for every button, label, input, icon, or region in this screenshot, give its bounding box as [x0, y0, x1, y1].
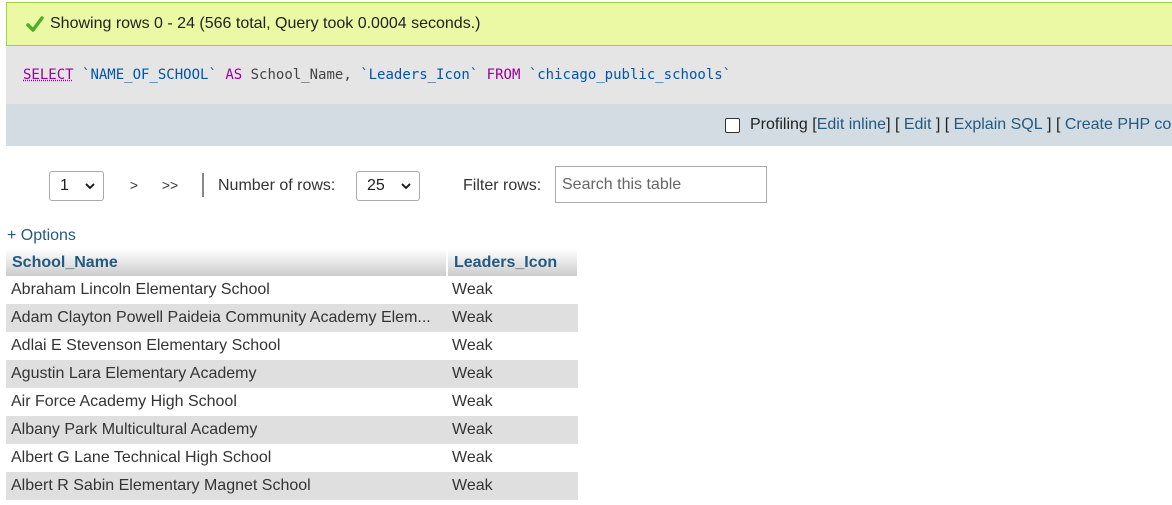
rows-select-value: 25 — [367, 177, 385, 194]
cell-school-name: Air Force Academy High School — [6, 388, 447, 416]
page-select-value: 1 — [60, 177, 69, 194]
cell-leaders-icon: Weak — [447, 276, 578, 304]
cell-school-name: Agustin Lara Elementary Academy — [6, 360, 447, 388]
table-row[interactable]: Albert R Sabin Elementary Magnet School W… — [6, 472, 578, 500]
cell-leaders-icon: Weak — [447, 304, 578, 332]
cell-school-name: Albert G Lane Technical High School — [6, 444, 447, 472]
cell-school-name: Albert R Sabin Elementary Magnet School — [6, 472, 447, 500]
page-select[interactable]: 1 — [49, 171, 104, 201]
table-row[interactable]: Albany Park Multicultural Academy Weak — [6, 416, 578, 444]
filter-input[interactable]: Search this table — [555, 166, 767, 203]
edit-inline-link[interactable]: Edit inline — [817, 116, 886, 134]
results-table: School_Name Leaders_Icon Abraham Lincoln… — [6, 249, 579, 500]
nav-divider — [202, 173, 204, 197]
chevron-down-icon — [401, 183, 411, 190]
cell-leaders-icon: Weak — [447, 444, 578, 472]
create-php-link[interactable]: Create PHP code — [1065, 116, 1172, 134]
rows-select[interactable]: 25 — [356, 171, 420, 201]
cell-leaders-icon: Weak — [447, 332, 578, 360]
rows-label: Number of rows: — [218, 177, 336, 194]
column-header-school-name[interactable]: School_Name — [6, 249, 448, 276]
table-row[interactable]: Air Force Academy High School Weak — [6, 388, 578, 416]
sql-table: `chicago_public_schools` — [528, 67, 732, 83]
success-text: Showing rows 0 - 24 (566 total, Query to… — [50, 15, 481, 32]
sql-query[interactable]: SELECT `NAME_OF_SCHOOL` AS School_Name, … — [6, 46, 1172, 104]
sql-as: AS — [225, 67, 243, 83]
cell-leaders-icon: Weak — [447, 388, 578, 416]
sql-from: FROM — [486, 67, 521, 83]
query-toolbar: Profiling [Edit inline] [ Edit ] [ Expla… — [6, 104, 1172, 146]
explain-sql-link[interactable]: Explain SQL — [954, 116, 1043, 134]
cell-school-name: Adlai E Stevenson Elementary School — [6, 332, 447, 360]
chevron-down-icon — [85, 183, 95, 190]
table-row[interactable]: Adlai E Stevenson Elementary School Weak — [6, 332, 578, 360]
profiling-checkbox[interactable] — [725, 117, 740, 133]
table-row[interactable]: Adam Clayton Powell Paideia Community Ac… — [6, 304, 578, 332]
checkmark-icon — [26, 16, 44, 32]
cell-leaders-icon: Weak — [447, 360, 578, 388]
cell-school-name: Albany Park Multicultural Academy — [6, 416, 447, 444]
cell-leaders-icon: Weak — [447, 416, 578, 444]
sql-col2: `Leaders_Icon` — [360, 67, 479, 83]
cell-school-name: Abraham Lincoln Elementary School — [6, 276, 447, 304]
profiling-label: Profiling — [750, 116, 808, 133]
sql-col1: `NAME_OF_SCHOOL` — [82, 67, 217, 83]
cell-school-name: Adam Clayton Powell Paideia Community Ac… — [6, 304, 447, 332]
sql-alias: School_Name, — [250, 67, 352, 83]
sql-select[interactable]: SELECT — [23, 67, 74, 83]
success-message: Showing rows 0 - 24 (566 total, Query to… — [6, 2, 1172, 46]
cell-leaders-icon: Weak — [447, 472, 578, 500]
table-row[interactable]: Abraham Lincoln Elementary School Weak — [6, 276, 578, 304]
last-page-button[interactable]: >> — [154, 162, 186, 208]
options-link[interactable]: + Options — [7, 227, 76, 245]
table-row[interactable]: Albert G Lane Technical High School Weak — [6, 444, 578, 472]
table-row[interactable]: Agustin Lara Elementary Academy Weak — [6, 360, 578, 388]
next-page-button[interactable]: > — [118, 162, 150, 208]
edit-link[interactable]: Edit — [904, 116, 932, 134]
filter-label: Filter rows: — [463, 177, 542, 194]
column-header-leaders-icon[interactable]: Leaders_Icon — [447, 249, 579, 276]
